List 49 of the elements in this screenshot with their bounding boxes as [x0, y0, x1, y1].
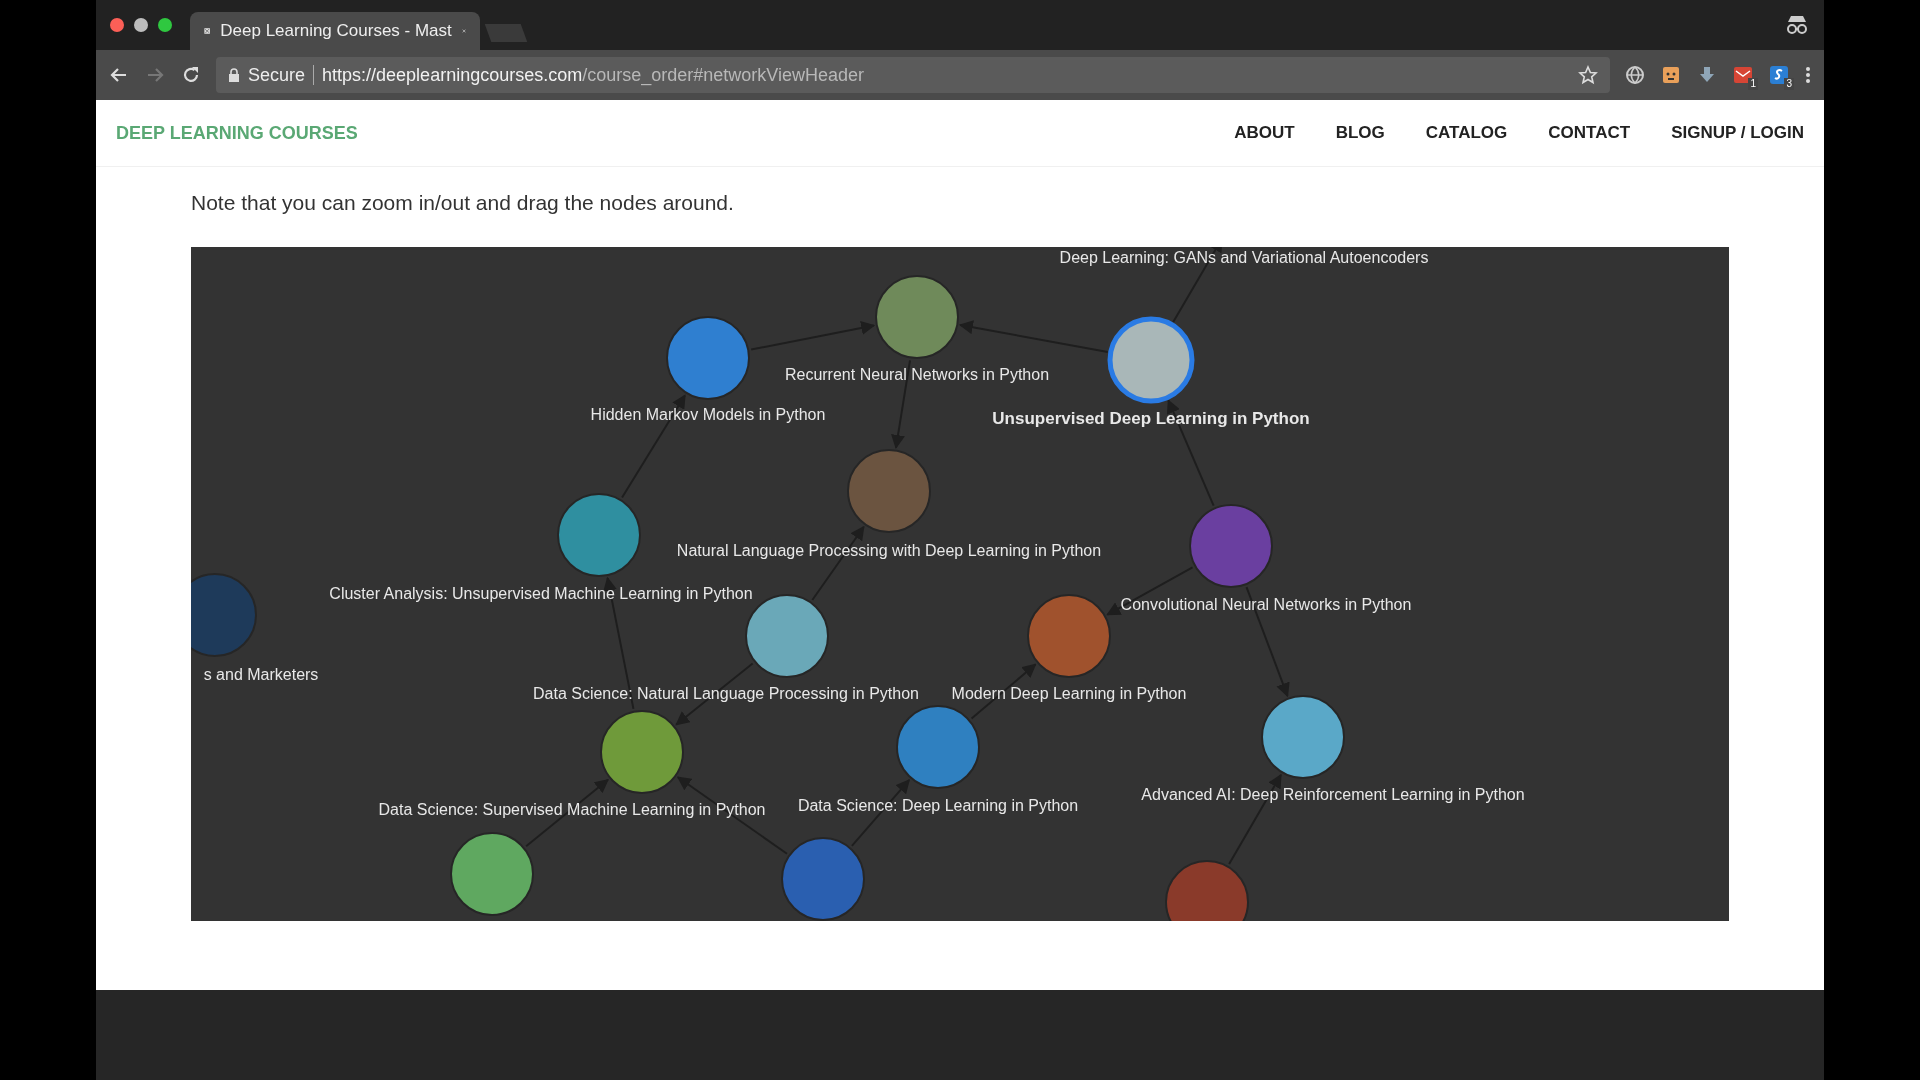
tab-title: Deep Learning Courses - Mast — [220, 21, 452, 41]
address-bar[interactable]: Secure https://deeplearningcourses.com/course_order#networkViewHeader — [216, 57, 1610, 93]
maximize-window-button[interactable] — [158, 18, 172, 32]
course-node[interactable] — [875, 275, 959, 359]
course-node[interactable] — [896, 705, 980, 789]
globe-extension-icon[interactable] — [1624, 64, 1646, 86]
extension-badge: 1 — [1748, 78, 1758, 90]
course-node[interactable] — [1107, 316, 1195, 404]
course-label: Cluster Analysis: Unsupervised Machine Learning in Python — [329, 585, 753, 602]
course-label: Data Science: Natural Language Processing in Python — [533, 685, 919, 702]
url-text: https://deeplearningcourses.com/course_order#networkViewHeader — [322, 64, 865, 86]
course-label: Data Science: Supervised Machine Learning in Python — [378, 801, 766, 818]
nav-link[interactable]: ABOUT — [1234, 123, 1295, 143]
secure-label: Secure — [248, 64, 306, 86]
minimize-window-button[interactable] — [134, 18, 148, 32]
close-window-button[interactable] — [110, 18, 124, 32]
bookmark-star-icon[interactable] — [1578, 65, 1598, 85]
course-node[interactable] — [1165, 860, 1249, 921]
course-label: Recurrent Neural Networks in Python — [784, 366, 1050, 383]
course-node[interactable] — [557, 493, 641, 577]
course-node[interactable] — [1027, 594, 1111, 678]
course-label: Deep Learning: GANs and Variational Autoencoders — [1059, 249, 1429, 266]
menu-icon[interactable] — [1804, 64, 1812, 86]
course-label: Modern Deep Learning in Python — [951, 685, 1187, 702]
course-label: Unsupervised Deep Learning in Python — [992, 409, 1310, 428]
course-node[interactable] — [191, 573, 257, 657]
course-label: Hidden Markov Models in Python — [590, 406, 826, 423]
course-node[interactable] — [1189, 504, 1273, 588]
course-label: s and Marketers — [203, 666, 319, 683]
incognito-icon — [1784, 14, 1810, 36]
lock-icon — [228, 68, 240, 82]
nav-link[interactable]: CONTACT — [1548, 123, 1631, 143]
nav-link[interactable]: BLOG — [1335, 123, 1385, 143]
course-node[interactable] — [1261, 695, 1345, 779]
note-text: Note that you can zoom in/out and drag the nodes around. — [191, 191, 735, 215]
course-node[interactable] — [781, 837, 865, 921]
course-node[interactable] — [666, 316, 750, 400]
nav-link[interactable]: SIGNUP / LOGIN — [1671, 123, 1804, 143]
nav-link[interactable]: CATALOG — [1425, 123, 1508, 143]
extension-badge: 3 — [1784, 78, 1794, 90]
course-label: Data Science: Deep Learning in Python — [797, 797, 1079, 814]
course-node[interactable] — [450, 832, 534, 916]
course-label: Advanced AI: Deep Reinforcement Learning in Python — [1141, 786, 1525, 803]
course-node[interactable] — [600, 710, 684, 794]
course-node[interactable] — [847, 449, 931, 533]
browser-tab[interactable]: Deep Learning Courses - Mast — [190, 12, 480, 50]
course-label: Natural Language Processing with Deep Learning in Python — [676, 542, 1102, 559]
face-extension-icon[interactable] — [1660, 64, 1682, 86]
course-label: Convolutional Neural Networks in Python — [1120, 596, 1412, 613]
